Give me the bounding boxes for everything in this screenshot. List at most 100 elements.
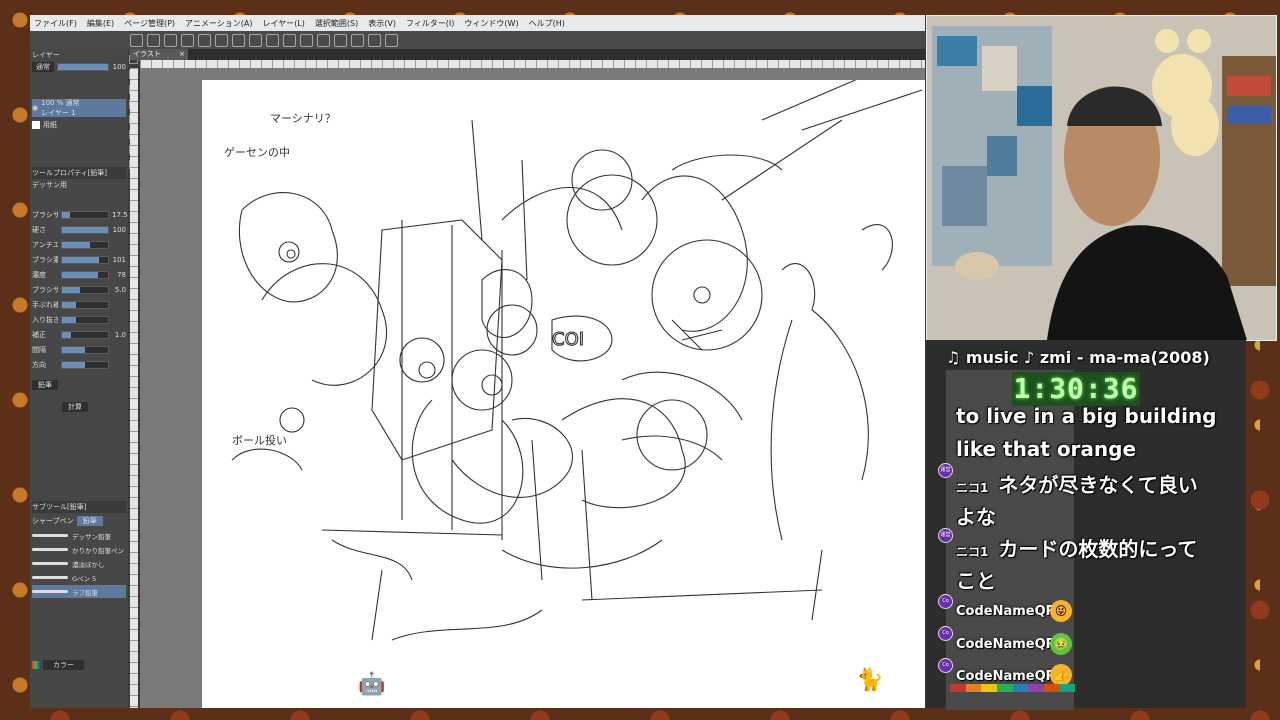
property-slider[interactable] (61, 256, 109, 264)
paper-layer-name: 用紙 (43, 121, 57, 129)
property-label: ブラシサイズ (32, 211, 58, 219)
stabilizer-row: 鉛筆 (32, 379, 126, 391)
menu-filter[interactable]: フィルター(I) (406, 18, 454, 29)
menu-help[interactable]: ヘルプ(H) (529, 18, 565, 29)
tool-property-row: ブラシ濃度 101 (32, 254, 126, 266)
clear-icon[interactable] (232, 33, 245, 47)
property-label: 間隔 (32, 346, 46, 354)
property-slider[interactable] (61, 301, 109, 309)
clip-studio-window: ファイル(F) 編集(E) ページ管理(P) アニメーション(A) レイヤー(L… (30, 15, 925, 708)
drawing-paper[interactable]: COI マーシナリ？ ゲーセンの中 ボール投い (202, 80, 925, 708)
comment-line: ニコ1 ネタが尽きなくて良い (956, 469, 1198, 498)
property-label: 入り抜き (32, 316, 58, 324)
sketch-drawing: COI (231, 80, 923, 641)
comment-line: like that orange (956, 437, 1136, 461)
color-swatch-strip (950, 684, 1075, 692)
settings-icon[interactable] (385, 33, 398, 47)
comment-text: ネタが尽きなくて良い (998, 473, 1198, 497)
comment-text: カードの枚数的にって (998, 537, 1198, 561)
menu-window[interactable]: ウィンドウ(W) (464, 18, 518, 29)
menu-layer[interactable]: レイヤー(L) (262, 18, 304, 29)
color-wheel-icon (32, 661, 40, 669)
vertical-ruler (130, 68, 138, 708)
layer-panel-title: レイヤー (32, 51, 60, 59)
menu-edit[interactable]: 編集(E) (87, 18, 114, 29)
svg-text:COI: COI (552, 329, 584, 350)
comment-text: to live in a big building (956, 404, 1217, 428)
property-value: 100 (112, 226, 126, 234)
co-badge: Co (938, 658, 953, 673)
color-panel-label[interactable]: カラー (43, 660, 84, 670)
brush-item-selected[interactable]: ラフ鉛筆 (32, 585, 126, 598)
brush-item[interactable]: デッサン鉛筆 (32, 529, 126, 542)
brush-item-label: ラフ鉛筆 (72, 588, 98, 597)
property-slider[interactable] (61, 211, 109, 219)
opacity-slider[interactable] (57, 63, 109, 71)
property-slider[interactable] (61, 286, 109, 294)
menu-animation[interactable]: アニメーション(A) (185, 18, 252, 29)
property-label: 補正 (32, 331, 46, 339)
tab-pencil[interactable]: 鉛筆 (76, 516, 103, 526)
tab-illustration[interactable]: イラスト × (130, 49, 188, 60)
new-icon[interactable] (130, 33, 143, 47)
print-icon[interactable] (181, 33, 194, 47)
tool-property-row: ブラシサイズ 17.5 (32, 209, 128, 221)
webcam-image (927, 16, 1276, 340)
property-slider[interactable] (61, 361, 109, 369)
property-slider[interactable] (61, 346, 109, 354)
redo-icon[interactable] (215, 33, 228, 47)
layer-panel-header: レイヤー (32, 49, 126, 61)
property-slider[interactable] (61, 241, 109, 249)
tab-sharp-pen[interactable]: シャープペン (32, 516, 74, 526)
property-slider[interactable] (61, 271, 109, 279)
invert-icon[interactable] (317, 33, 330, 47)
property-label: 硬さ (32, 226, 46, 234)
open-icon[interactable] (147, 33, 160, 47)
color-panel-row: カラー (32, 659, 126, 671)
ruler-icon[interactable] (351, 33, 364, 47)
pen-icon[interactable] (334, 33, 347, 47)
property-slider[interactable] (61, 316, 109, 324)
snap-icon[interactable] (368, 33, 381, 47)
stabilizer-value[interactable]: 鉛筆 (32, 380, 58, 390)
property-value: 78 (117, 271, 126, 279)
left-panel: レイヤー 通常 100 ◉ 100 % 通常 レイヤー 1 用紙 ツールプロパテ… (30, 49, 129, 708)
brush-item[interactable]: Gペン 5 (32, 571, 126, 584)
comment-line: こと (956, 565, 996, 594)
eye-icon[interactable]: ◉ (32, 104, 38, 112)
property-label: ブラシ濃度 (32, 256, 58, 264)
save-icon[interactable] (164, 33, 177, 47)
undo-icon[interactable] (198, 33, 211, 47)
paper-swatch (32, 121, 40, 129)
menu-selection[interactable]: 選択範囲(S) (315, 18, 358, 29)
sub-tool-tabs: シャープペン 鉛筆 (32, 515, 126, 527)
commenter-name: CodeNameQR (956, 604, 1056, 619)
layer-item-paper[interactable]: 用紙 (32, 119, 126, 131)
brush-item[interactable]: 濃淡ぼかし (32, 557, 126, 570)
crop-icon[interactable] (300, 33, 313, 47)
menu-page[interactable]: ページ管理(P) (124, 18, 175, 29)
sketch-note: ゲーセンの中 (224, 146, 290, 159)
property-label: ブラシサイズ (32, 286, 58, 294)
menu-file[interactable]: ファイル(F) (34, 18, 77, 29)
layer-item-1[interactable]: ◉ 100 % 通常 レイヤー 1 (32, 99, 126, 117)
menu-bar: ファイル(F) 編集(E) ページ管理(P) アニメーション(A) レイヤー(L… (30, 15, 925, 31)
brush-item[interactable]: かりかり鉛筆ペン (32, 543, 126, 556)
stroke-mode-value[interactable]: 計算 (62, 402, 88, 412)
commenter-name: CodeNameQR (956, 669, 1056, 684)
property-slider[interactable] (61, 331, 109, 339)
canvas-area[interactable]: COI マーシナリ？ ゲーセンの中 ボール投い (140, 68, 925, 708)
close-icon[interactable]: × (179, 49, 185, 60)
menu-view[interactable]: 表示(V) (368, 18, 396, 29)
comment-line: ニコ1 カードの枚数的にって (956, 533, 1197, 562)
blend-mode-select[interactable]: 通常 (32, 62, 54, 72)
tool-property-row: 硬さ 100 (32, 224, 126, 236)
property-value: 5.0 (114, 286, 126, 294)
property-slider[interactable] (61, 226, 109, 234)
sketch-note: マーシナリ？ (270, 112, 336, 125)
co-badge: Co (938, 626, 953, 641)
deselect-icon[interactable] (283, 33, 296, 47)
fill-icon[interactable] (249, 33, 262, 47)
tool-property-header: ツールプロパティ[鉛筆] (32, 167, 126, 179)
transform-icon[interactable] (266, 33, 279, 47)
